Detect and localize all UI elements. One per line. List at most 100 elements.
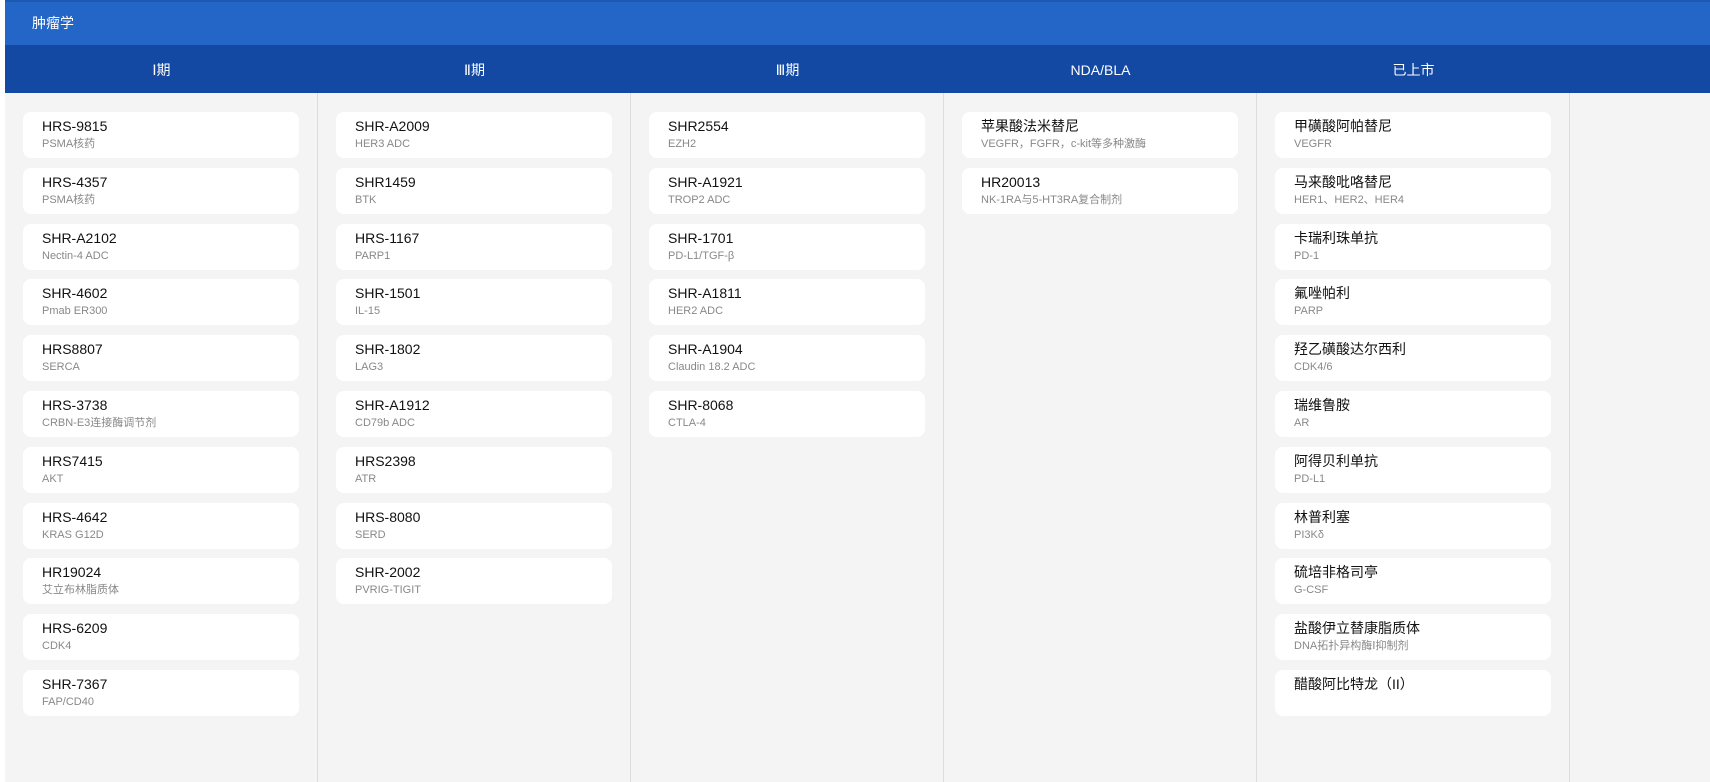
- drug-target: ATR: [355, 472, 377, 485]
- drug-name: 阿得贝利单抗: [1294, 452, 1378, 469]
- drug-target: Pmab ER300: [42, 305, 108, 318]
- drug-target: Claudin 18.2 ADC: [668, 361, 756, 374]
- drug-target: CD79b ADC: [355, 416, 415, 429]
- drug-target: AR: [1294, 416, 1310, 429]
- drug-name: SHR-A2009: [355, 118, 430, 134]
- drug-name: 瑞维鲁胺: [1294, 396, 1350, 413]
- drug-name: HR20013: [981, 173, 1041, 190]
- drug-card[interactable]: SHR2554 EZH2: [649, 112, 925, 158]
- drug-card[interactable]: HRS2398 ATR: [336, 446, 612, 493]
- drug-card[interactable]: SHR-1501 IL-15: [336, 279, 612, 326]
- drug-card[interactable]: HR19024 艾立布林脂质体: [23, 558, 299, 605]
- drug-card[interactable]: HRS-3738 CRBN-E3连接酶调节剂: [23, 390, 299, 437]
- drug-target: KRAS G12D: [42, 528, 104, 541]
- drug-name: 卡瑞利珠单抗: [1294, 229, 1378, 246]
- drug-name: SHR-1701: [668, 229, 734, 246]
- drug-name: SHR-A1912: [355, 396, 430, 413]
- drug-card[interactable]: HRS8807 SERCA: [23, 335, 299, 382]
- category-title: 肿瘤学: [32, 15, 74, 31]
- drug-card[interactable]: SHR-2002 PVRIG-TIGIT: [336, 558, 612, 605]
- drug-target: CDK4: [42, 640, 72, 653]
- drug-target: PD-L1/TGF-β: [668, 249, 735, 262]
- drug-target: PVRIG-TIGIT: [355, 584, 421, 597]
- drug-card[interactable]: 羟乙磺酸达尔西利 CDK4/6: [1275, 335, 1551, 382]
- drug-name: SHR-A1904: [668, 341, 743, 358]
- drug-target: HER1、HER2、HER4: [1294, 193, 1405, 206]
- drug-target: HER2 ADC: [668, 305, 724, 318]
- drug-target: PD-1: [1294, 249, 1320, 262]
- drug-card[interactable]: SHR-A1811 HER2 ADC: [649, 279, 925, 326]
- drug-target: TROP2 ADC: [668, 193, 731, 206]
- phase-column: SHR-A2009 HER3 ADC SHR1459 BTK HRS-1167 PARP1…: [318, 93, 631, 782]
- drug-card[interactable]: SHR-A1921 TROP2 ADC: [649, 167, 925, 214]
- drug-name: 硫培非格司亭: [1294, 564, 1378, 581]
- drug-card[interactable]: 氟唑帕利 PARP: [1275, 279, 1551, 326]
- drug-card[interactable]: 硫培非格司亭 G-CSF: [1275, 558, 1551, 605]
- drug-card[interactable]: HRS-6209 CDK4: [23, 614, 299, 661]
- drug-card[interactable]: HRS-9815 PSMA核药: [23, 112, 299, 158]
- phase-columns: HRS-9815 PSMA核药 HRS-4357 PSMA核药 SHR-A2102 Nec…: [5, 93, 1710, 782]
- drug-target: PARP1: [355, 249, 391, 262]
- drug-card[interactable]: HR20013 NK-1RA与5-HT3RA复合制剂: [962, 167, 1238, 214]
- drug-name: SHR-7367: [42, 675, 108, 692]
- drug-card[interactable]: 瑞维鲁胺 AR: [1275, 390, 1551, 437]
- drug-card[interactable]: HRS-8080 SERD: [336, 502, 612, 549]
- drug-card[interactable]: 阿得贝利单抗 PD-L1: [1275, 446, 1551, 493]
- phase-header: Ⅱ期: [464, 62, 485, 78]
- drug-name: SHR-2002: [355, 564, 421, 581]
- drug-card[interactable]: 林普利塞 PI3Kδ: [1275, 502, 1551, 549]
- drug-target: CTLA-4: [668, 416, 706, 429]
- drug-target: CRBN-E3连接酶调节剂: [42, 416, 157, 429]
- drug-name: HRS7415: [42, 452, 103, 469]
- drug-target: HER3 ADC: [355, 138, 411, 150]
- drug-name: SHR-1501: [355, 285, 421, 302]
- drug-card[interactable]: 苹果酸法米替尼 VEGFR，FGFR，c-kit等多种激酶: [962, 112, 1238, 158]
- drug-card[interactable]: SHR-8068 CTLA-4: [649, 390, 925, 437]
- drug-card[interactable]: SHR-A1912 CD79b ADC: [336, 390, 612, 437]
- drug-name: HRS-8080: [355, 508, 421, 525]
- drug-target: FAP/CD40: [42, 695, 94, 708]
- drug-target: VEGFR，FGFR，c-kit等多种激酶: [981, 138, 1146, 150]
- drug-target: Nectin-4 ADC: [42, 249, 109, 262]
- drug-name: HRS8807: [42, 341, 103, 358]
- drug-card[interactable]: 盐酸伊立替康脂质体 DNA拓扑异构酶Ⅰ抑制剂: [1275, 614, 1551, 661]
- drug-name: HR19024: [42, 564, 102, 581]
- drug-card[interactable]: HRS-1167 PARP1: [336, 223, 612, 270]
- phase-column: HRS-9815 PSMA核药 HRS-4357 PSMA核药 SHR-A2102 Nec…: [5, 93, 318, 782]
- drug-name: HRS-9815: [42, 118, 108, 134]
- drug-target: SERCA: [42, 361, 80, 374]
- drug-card[interactable]: SHR-4602 Pmab ER300: [23, 279, 299, 326]
- drug-card[interactable]: HRS-4642 KRAS G12D: [23, 502, 299, 549]
- drug-name: 醋酸阿比特龙（II）: [1294, 675, 1414, 692]
- drug-name: 马来酸吡咯替尼: [1294, 173, 1392, 190]
- drug-target: DNA拓扑异构酶Ⅰ抑制剂: [1294, 640, 1409, 653]
- pipeline-page: 肿瘤学 Ⅰ期 Ⅱ期 Ⅲ期 NDA/BLA 已上市 HRS-9815 PSMA核药 HRS-4…: [5, 0, 1710, 782]
- drug-target: LAG3: [355, 361, 384, 374]
- category-header: 肿瘤学: [5, 0, 1710, 45]
- drug-card[interactable]: SHR-1701 PD-L1/TGF-β: [649, 223, 925, 270]
- drug-target: PD-L1: [1294, 472, 1326, 485]
- drug-target: AKT: [42, 472, 64, 485]
- drug-name: SHR1459: [355, 173, 416, 190]
- drug-name: HRS-1167: [355, 229, 420, 246]
- drug-name: 甲磺酸阿帕替尼: [1294, 118, 1392, 134]
- drug-card[interactable]: 马来酸吡咯替尼 HER1、HER2、HER4: [1275, 167, 1551, 214]
- drug-card[interactable]: 甲磺酸阿帕替尼 VEGFR: [1275, 112, 1551, 158]
- drug-card[interactable]: HRS7415 AKT: [23, 446, 299, 493]
- drug-card[interactable]: HRS-4357 PSMA核药: [23, 167, 299, 214]
- phase-header: Ⅰ期: [152, 62, 171, 78]
- drug-name: SHR-A2102: [42, 229, 117, 246]
- phase-header: 已上市: [1392, 62, 1435, 78]
- drug-name: SHR-A1921: [668, 173, 743, 190]
- drug-card[interactable]: SHR-1802 LAG3: [336, 335, 612, 382]
- drug-card[interactable]: SHR-A2102 Nectin-4 ADC: [23, 223, 299, 270]
- drug-target: BTK: [355, 193, 377, 206]
- phase-header: NDA/BLA: [1070, 62, 1131, 78]
- drug-card[interactable]: SHR-A1904 Claudin 18.2 ADC: [649, 335, 925, 382]
- drug-card[interactable]: SHR-7367 FAP/CD40: [23, 669, 299, 716]
- drug-card[interactable]: SHR-A2009 HER3 ADC: [336, 112, 612, 158]
- drug-card[interactable]: 醋酸阿比特龙（II）: [1275, 669, 1551, 716]
- drug-card[interactable]: SHR1459 BTK: [336, 167, 612, 214]
- drug-name: HRS2398: [355, 452, 416, 469]
- drug-card[interactable]: 卡瑞利珠单抗 PD-1: [1275, 223, 1551, 270]
